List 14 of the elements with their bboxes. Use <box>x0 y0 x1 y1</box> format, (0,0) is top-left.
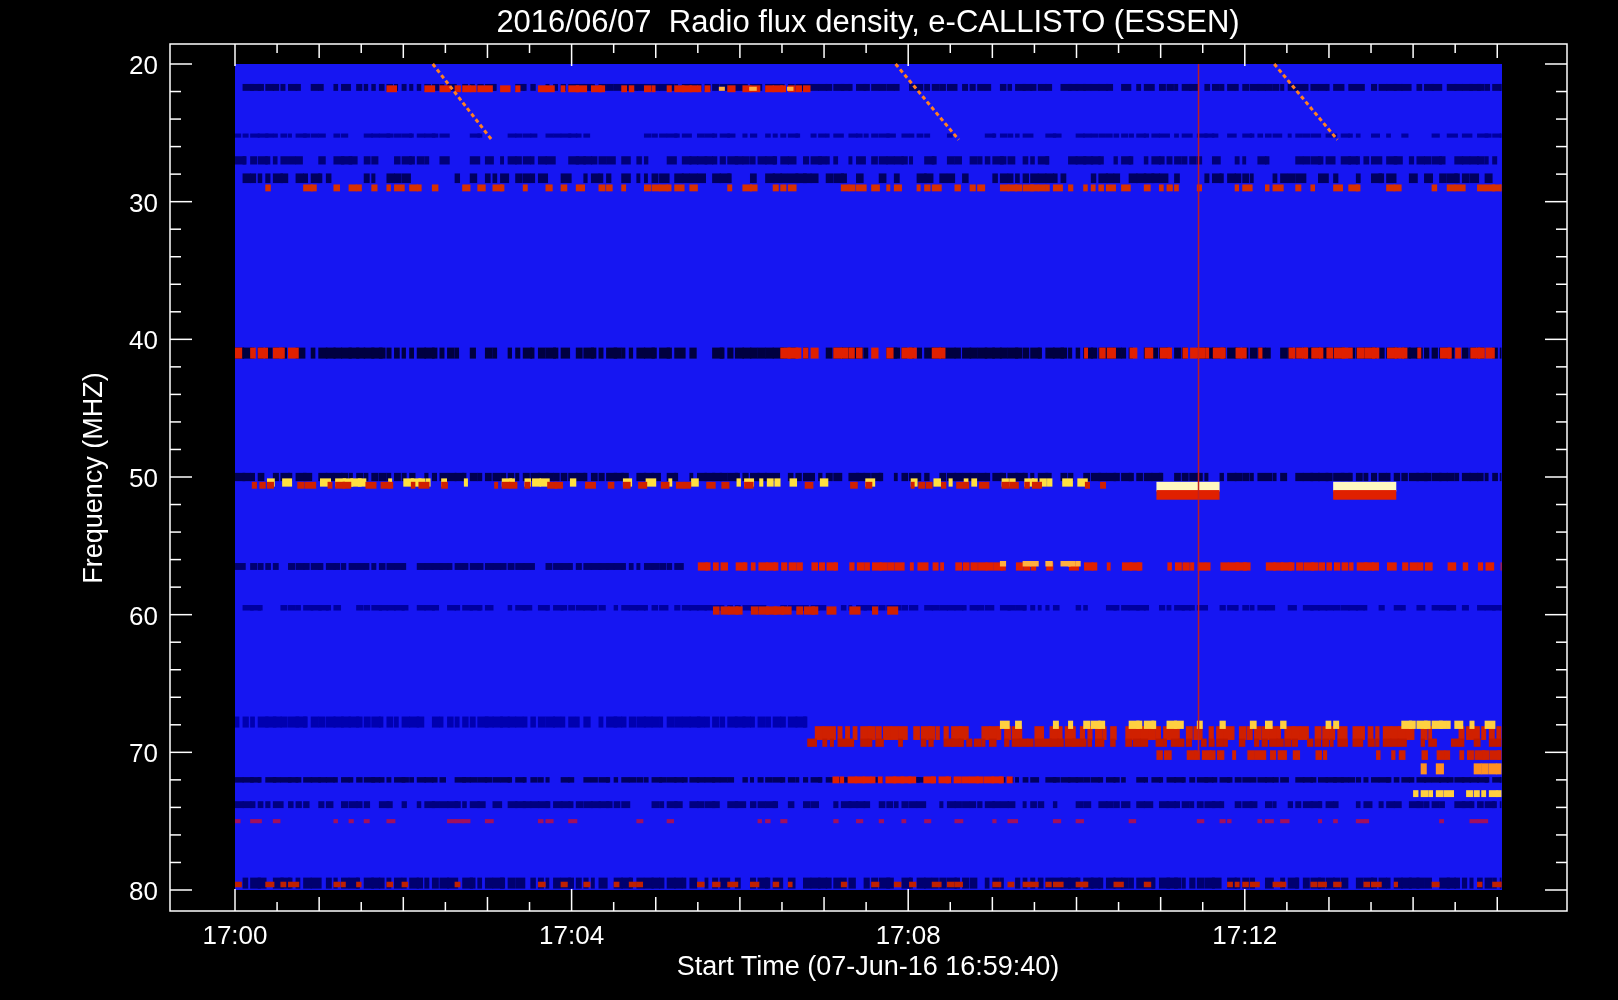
y-tick-label: 60 <box>129 600 158 631</box>
chart-title: 2016/06/07 Radio flux density, e-CALLISTO (ESSEN) <box>496 4 1240 39</box>
y-tick-label: 20 <box>129 50 158 80</box>
y-tick-label: 40 <box>129 325 158 356</box>
y-tick-label: 70 <box>129 738 158 769</box>
x-tick-label: 17:12 <box>1212 920 1278 950</box>
x-tick-label: 17:00 <box>202 920 268 950</box>
x-tick-label: 17:04 <box>539 920 605 950</box>
y-tick-label: 80 <box>129 876 158 906</box>
x-tick-label: 17:08 <box>875 920 941 950</box>
y-tick-label: 50 <box>129 463 158 493</box>
y-tick-label: 30 <box>129 187 158 218</box>
y-axis-title: Frequency (MHZ) <box>78 372 108 584</box>
x-axis-title: Start Time (07-Jun-16 16:59:40) <box>676 951 1060 981</box>
